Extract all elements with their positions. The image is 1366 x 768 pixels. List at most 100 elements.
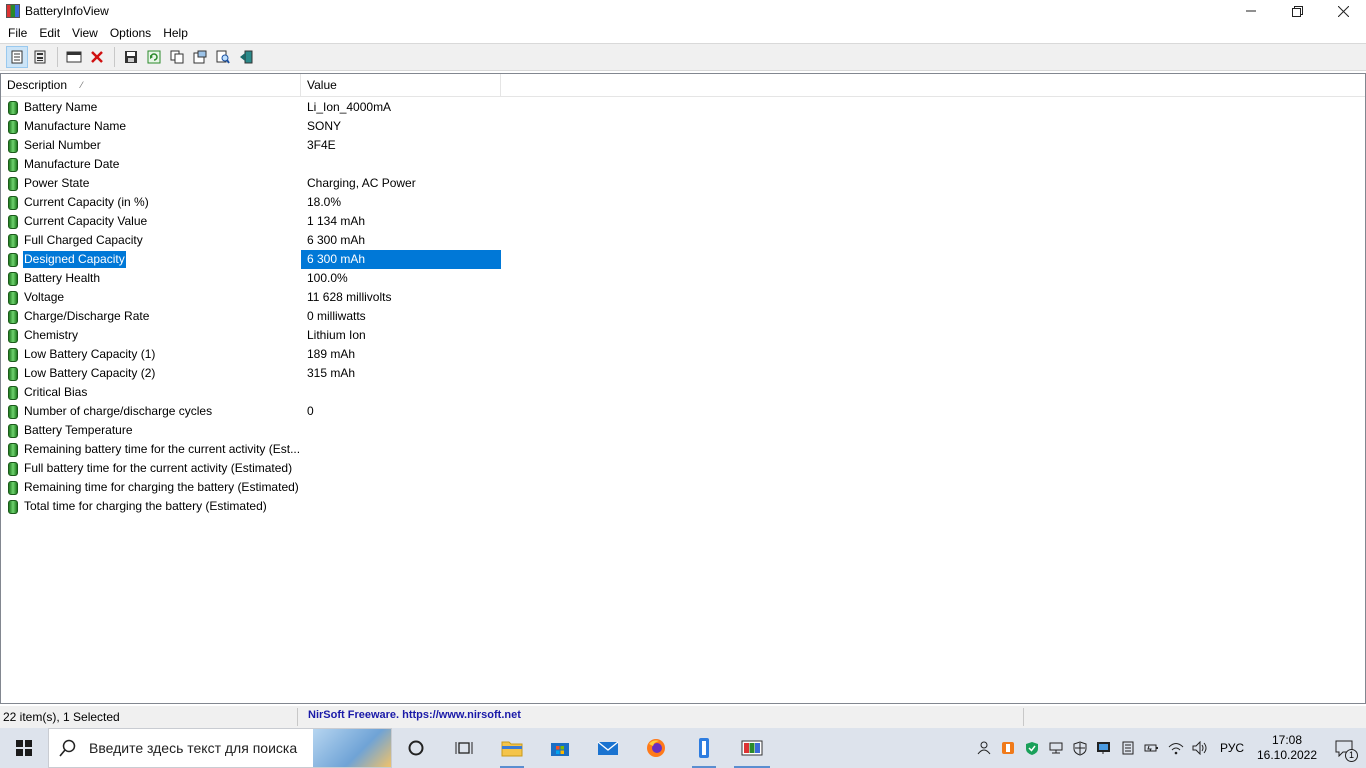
delete-button[interactable] [86, 46, 108, 68]
search-placeholder: Введите здесь текст для поиска [89, 740, 298, 756]
task-view-icon [455, 742, 473, 754]
table-row[interactable]: Current Capacity (in %) 18.0% [1, 193, 501, 212]
table-row[interactable]: Charge/Discharge Rate 0 milliwatts [1, 307, 501, 326]
description-text: Remaining battery time for the current a… [24, 442, 301, 456]
value-cell [301, 459, 501, 478]
column-header-value[interactable]: Value [301, 74, 501, 97]
description-cell: Serial Number [1, 136, 301, 155]
table-row[interactable]: Chemistry Lithium Ion [1, 326, 501, 345]
start-button[interactable] [0, 728, 48, 768]
value-cell: 189 mAh [307, 347, 356, 361]
table-row[interactable]: Battery Health 100.0% [1, 269, 501, 288]
find-button[interactable] [212, 46, 234, 68]
table-row[interactable]: Remaining time for charging the battery … [1, 478, 501, 497]
power-plug-icon[interactable] [1140, 728, 1164, 768]
description-text: Designed Capacity [22, 250, 127, 269]
store-button[interactable] [536, 728, 584, 768]
minimize-button[interactable] [1228, 0, 1274, 22]
blue-battery-icon [699, 738, 709, 758]
table-row[interactable]: Designed Capacity 6 300 mAh [1, 250, 501, 269]
table-row[interactable]: Low Battery Capacity (1) 189 mAh [1, 345, 501, 364]
refresh-icon [147, 50, 161, 64]
taskbar-search-box[interactable]: Введите здесь текст для поиска [48, 728, 392, 768]
people-icon[interactable] [972, 728, 996, 768]
task-view-button[interactable] [440, 728, 488, 768]
battery-info-view-button[interactable] [6, 46, 28, 68]
nirsoft-link[interactable]: NirSoft Freeware. https://www.nirsoft.ne… [298, 708, 1024, 726]
cortana-button[interactable] [392, 728, 440, 768]
clock[interactable]: 17:08 16.10.2022 [1252, 733, 1322, 763]
input-language-indicator[interactable]: РУС [1212, 741, 1252, 755]
file-explorer-button[interactable] [488, 728, 536, 768]
table-row[interactable]: Remaining battery time for the current a… [1, 440, 501, 459]
battery-info-list[interactable]: Description ⁄ Value Battery Name Li_Ion_4… [0, 73, 1366, 704]
orange-app-tray-icon[interactable] [996, 728, 1020, 768]
description-cell: Total time for charging the battery (Est… [1, 497, 301, 516]
description-text: Low Battery Capacity (2) [24, 366, 156, 380]
restore-button[interactable] [1274, 0, 1320, 22]
table-row[interactable]: Current Capacity Value 1 134 mAh [1, 212, 501, 231]
html-report-button[interactable] [189, 46, 211, 68]
battery-log-view-button[interactable] [29, 46, 51, 68]
menu-options[interactable]: Options [104, 23, 157, 43]
menu-file[interactable]: File [2, 23, 33, 43]
action-center-button[interactable]: 1 [1322, 728, 1366, 768]
monitor-app-icon[interactable] [1092, 728, 1116, 768]
mail-button[interactable] [584, 728, 632, 768]
copy-button[interactable] [166, 46, 188, 68]
battery-app-button[interactable] [680, 728, 728, 768]
network-drive-icon[interactable] [1044, 728, 1068, 768]
table-row[interactable]: Full Charged Capacity 6 300 mAh [1, 231, 501, 250]
table-row[interactable]: Manufacture Date [1, 155, 501, 174]
table-row[interactable]: Battery Temperature [1, 421, 501, 440]
properties-window-button[interactable] [63, 46, 85, 68]
firefox-button[interactable] [632, 728, 680, 768]
description-text: Remaining time for charging the battery … [24, 480, 299, 494]
refresh-button[interactable] [143, 46, 165, 68]
menu-view[interactable]: View [66, 23, 104, 43]
close-button[interactable] [1320, 0, 1366, 22]
value-cell: SONY [307, 119, 342, 133]
description-text: Charge/Discharge Rate [24, 309, 150, 323]
description-cell: Power State [1, 174, 301, 193]
save-button[interactable] [120, 46, 142, 68]
table-row[interactable]: Voltage 11 628 millivolts [1, 288, 501, 307]
value-cell [301, 497, 501, 516]
column-header-description[interactable]: Description ⁄ [1, 74, 301, 97]
value-cell [301, 440, 501, 459]
table-row[interactable]: Manufacture Name SONY [1, 117, 501, 136]
table-row[interactable]: Full battery time for the current activi… [1, 459, 501, 478]
close-icon [1337, 5, 1349, 17]
value-cell: 3F4E [307, 138, 336, 152]
table-row[interactable]: Power State Charging, AC Power [1, 174, 501, 193]
wifi-icon[interactable] [1164, 728, 1188, 768]
description-cell: Low Battery Capacity (2) [1, 364, 301, 383]
toolbar-separator [114, 47, 115, 67]
report-icon [193, 50, 207, 64]
battery-icon [8, 252, 18, 267]
battery-tray-icon[interactable] [1116, 728, 1140, 768]
menu-help[interactable]: Help [157, 23, 194, 43]
table-row[interactable]: Number of charge/discharge cycles 0 [1, 402, 501, 421]
description-cell: Full Charged Capacity [1, 231, 301, 250]
exit-button[interactable] [235, 46, 257, 68]
table-row[interactable]: Low Battery Capacity (2) 315 mAh [1, 364, 501, 383]
log-view-icon [34, 50, 46, 64]
battery-icon [8, 385, 18, 400]
menu-edit[interactable]: Edit [33, 23, 66, 43]
volume-icon[interactable] [1188, 728, 1212, 768]
table-row[interactable]: Serial Number 3F4E [1, 136, 501, 155]
store-icon [551, 743, 569, 756]
table-row[interactable]: Total time for charging the battery (Est… [1, 497, 501, 516]
value-cell: 315 mAh [307, 366, 356, 380]
batteryinfoview-taskbar-button[interactable] [728, 728, 776, 768]
table-row[interactable]: Battery Name Li_Ion_4000mA [1, 98, 501, 117]
security-shield-icon[interactable] [1068, 728, 1092, 768]
windows-logo-icon [16, 740, 32, 756]
table-row[interactable]: Critical Bias [1, 383, 501, 402]
toolbar [0, 43, 1366, 71]
battery-icon [8, 499, 18, 514]
value-cell: Charging, AC Power [307, 176, 416, 190]
shield-icon[interactable] [1020, 728, 1044, 768]
description-cell: Full battery time for the current activi… [1, 459, 301, 478]
